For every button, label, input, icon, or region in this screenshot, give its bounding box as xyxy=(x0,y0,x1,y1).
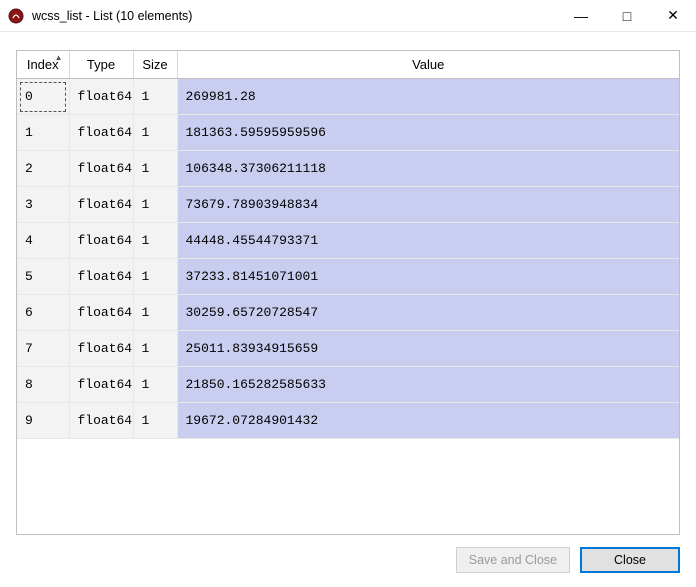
titlebar: wcss_list - List (10 elements) — □ ✕ xyxy=(0,0,696,32)
cell-size[interactable]: 1 xyxy=(133,259,177,295)
table-row[interactable]: 7float64125011.83934915659 xyxy=(17,331,679,367)
close-button[interactable]: Close xyxy=(580,547,680,573)
close-icon: ✕ xyxy=(667,7,679,24)
cell-type[interactable]: float64 xyxy=(69,331,133,367)
spyder-icon xyxy=(8,8,24,24)
header-size[interactable]: Size xyxy=(133,51,177,79)
cell-index[interactable]: 2 xyxy=(17,151,69,187)
header-row: Index ▲ Type Size Value xyxy=(17,51,679,79)
cell-value[interactable]: 73679.78903948834 xyxy=(177,187,679,223)
cell-value[interactable]: 25011.83934915659 xyxy=(177,331,679,367)
header-index[interactable]: Index ▲ xyxy=(17,51,69,79)
cell-index[interactable]: 1 xyxy=(17,115,69,151)
minimize-button[interactable]: — xyxy=(558,0,604,31)
sort-asc-icon: ▲ xyxy=(55,53,63,62)
cell-size[interactable]: 1 xyxy=(133,295,177,331)
cell-value[interactable]: 19672.07284901432 xyxy=(177,403,679,439)
cell-type[interactable]: float64 xyxy=(69,259,133,295)
data-table: Index ▲ Type Size Value 0float641269981.… xyxy=(17,51,679,439)
cell-value[interactable]: 269981.28 xyxy=(177,79,679,115)
cell-index[interactable]: 7 xyxy=(17,331,69,367)
cell-size[interactable]: 1 xyxy=(133,403,177,439)
window-close-button[interactable]: ✕ xyxy=(650,0,696,31)
cell-value[interactable]: 21850.165282585633 xyxy=(177,367,679,403)
window-controls: — □ ✕ xyxy=(558,0,696,31)
cell-size[interactable]: 1 xyxy=(133,151,177,187)
cell-size[interactable]: 1 xyxy=(133,187,177,223)
cell-index[interactable]: 5 xyxy=(17,259,69,295)
header-value[interactable]: Value xyxy=(177,51,679,79)
cell-value[interactable]: 181363.59595959596 xyxy=(177,115,679,151)
cell-value[interactable]: 37233.81451071001 xyxy=(177,259,679,295)
cell-size[interactable]: 1 xyxy=(133,79,177,115)
header-type-label: Type xyxy=(87,57,115,72)
cell-type[interactable]: float64 xyxy=(69,223,133,259)
save-and-close-button[interactable]: Save and Close xyxy=(456,547,570,573)
table-row[interactable]: 9float64119672.07284901432 xyxy=(17,403,679,439)
cell-type[interactable]: float64 xyxy=(69,295,133,331)
cell-index[interactable]: 6 xyxy=(17,295,69,331)
maximize-button[interactable]: □ xyxy=(604,0,650,31)
cell-size[interactable]: 1 xyxy=(133,115,177,151)
cell-type[interactable]: float64 xyxy=(69,403,133,439)
cell-index[interactable]: 4 xyxy=(17,223,69,259)
table-row[interactable]: 2float641106348.37306211118 xyxy=(17,151,679,187)
table-row[interactable]: 6float64130259.65720728547 xyxy=(17,295,679,331)
cell-value[interactable]: 44448.45544793371 xyxy=(177,223,679,259)
header-value-label: Value xyxy=(412,57,444,72)
cell-size[interactable]: 1 xyxy=(133,223,177,259)
table-row[interactable]: 5float64137233.81451071001 xyxy=(17,259,679,295)
cell-type[interactable]: float64 xyxy=(69,79,133,115)
data-grid[interactable]: Index ▲ Type Size Value 0float641269981.… xyxy=(16,50,680,535)
table-body: 0float641269981.281float641181363.595959… xyxy=(17,79,679,439)
cell-type[interactable]: float64 xyxy=(69,115,133,151)
cell-type[interactable]: float64 xyxy=(69,151,133,187)
header-type[interactable]: Type xyxy=(69,51,133,79)
table-row[interactable]: 4float64144448.45544793371 xyxy=(17,223,679,259)
table-row[interactable]: 1float641181363.59595959596 xyxy=(17,115,679,151)
button-row: Save and Close Close xyxy=(16,535,680,573)
header-size-label: Size xyxy=(142,57,167,72)
cell-type[interactable]: float64 xyxy=(69,367,133,403)
table-row[interactable]: 3float64173679.78903948834 xyxy=(17,187,679,223)
cell-index[interactable]: 3 xyxy=(17,187,69,223)
cell-index[interactable]: 8 xyxy=(17,367,69,403)
cell-value[interactable]: 30259.65720728547 xyxy=(177,295,679,331)
cell-index[interactable]: 0 xyxy=(17,79,69,115)
maximize-icon: □ xyxy=(623,8,631,24)
cell-index[interactable]: 9 xyxy=(17,403,69,439)
cell-size[interactable]: 1 xyxy=(133,367,177,403)
minimize-icon: — xyxy=(574,8,588,24)
cell-size[interactable]: 1 xyxy=(133,331,177,367)
cell-value[interactable]: 106348.37306211118 xyxy=(177,151,679,187)
table-row[interactable]: 8float64121850.165282585633 xyxy=(17,367,679,403)
window-title: wcss_list - List (10 elements) xyxy=(32,9,558,23)
content-area: Index ▲ Type Size Value 0float641269981.… xyxy=(0,32,696,587)
table-row[interactable]: 0float641269981.28 xyxy=(17,79,679,115)
cell-type[interactable]: float64 xyxy=(69,187,133,223)
